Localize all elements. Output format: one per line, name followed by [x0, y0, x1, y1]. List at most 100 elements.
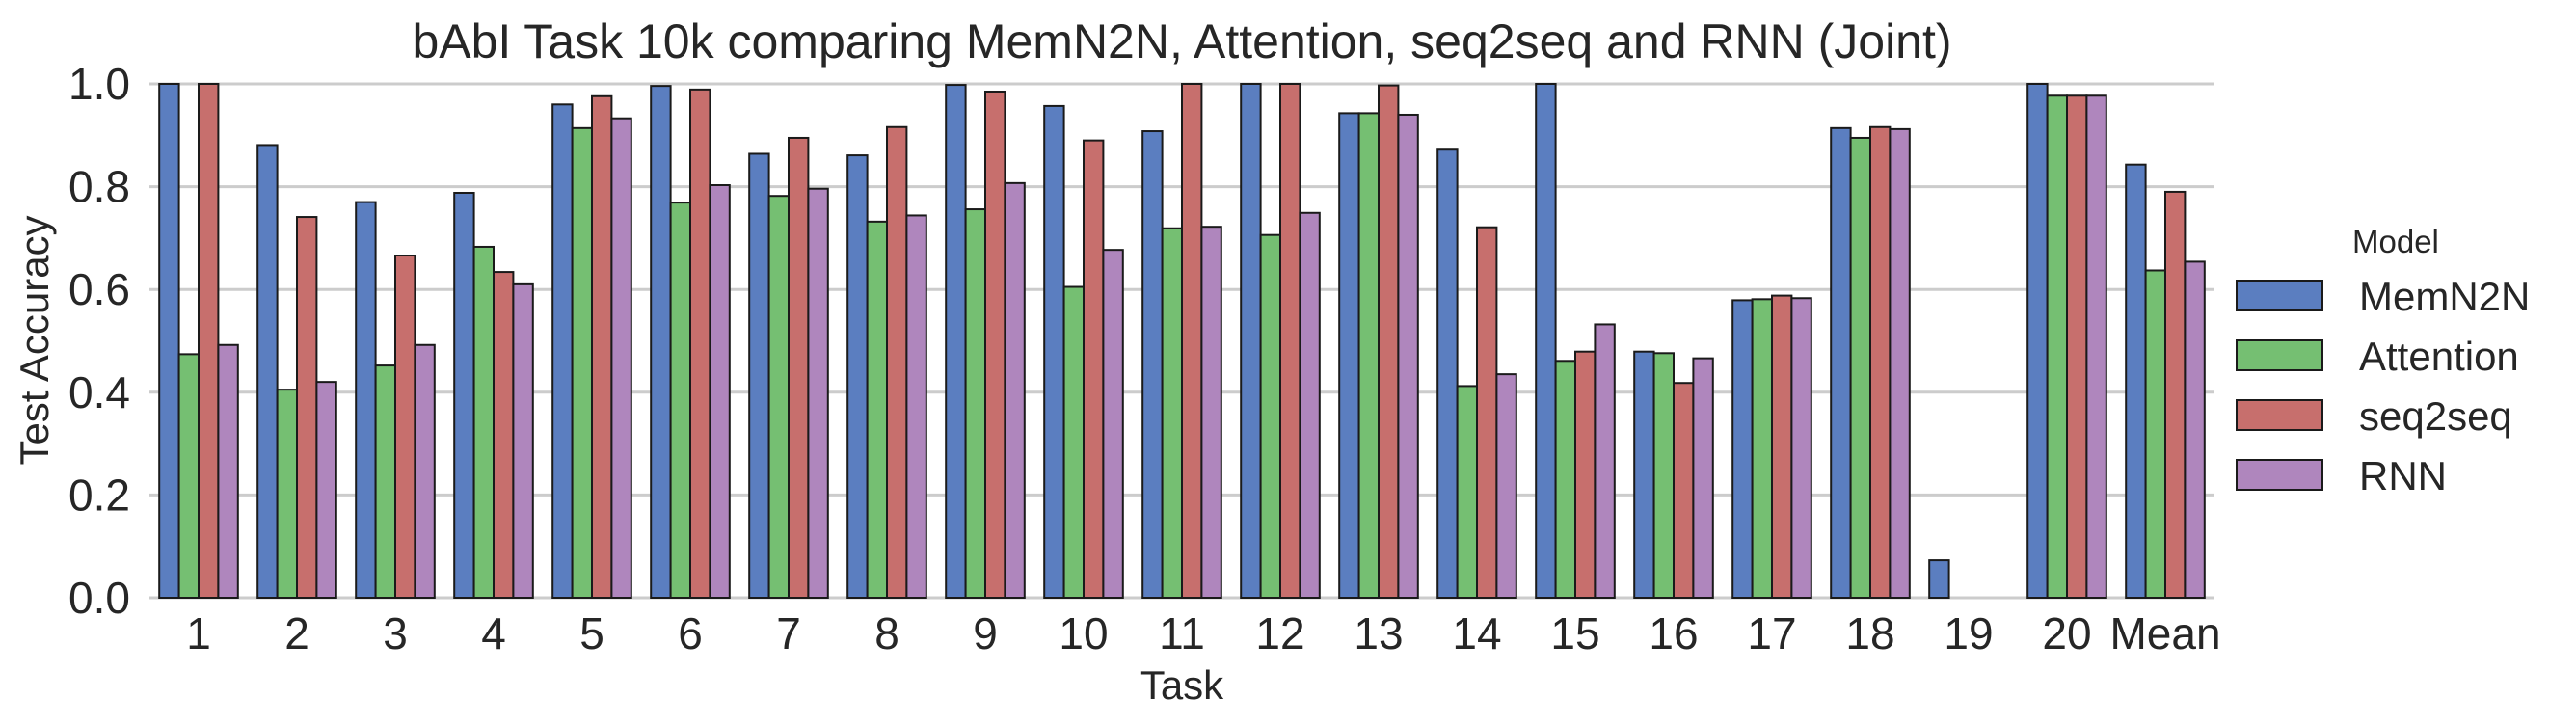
x-tick-label: 18 [1845, 608, 1894, 659]
bar-rnn-14 [1495, 373, 1517, 599]
bar-attention-5 [571, 126, 593, 599]
bar-memn2n-13 [1338, 112, 1360, 599]
bar-attention-14 [1456, 385, 1478, 599]
legend: Model MemN2N Attention seq2seq RNN [2236, 224, 2530, 498]
x-tick-label: 13 [1354, 608, 1403, 659]
bar-attention-8 [866, 220, 888, 599]
bar-attention-4 [472, 245, 496, 599]
y-tick-label: 0.2 [68, 470, 130, 520]
x-tick-label: 19 [1944, 608, 1993, 659]
legend-swatch [2236, 399, 2323, 431]
legend-item-memn2n: MemN2N [2236, 274, 2530, 319]
bar-rnn-9 [1004, 181, 1026, 600]
x-tick-label: 14 [1452, 608, 1501, 659]
bar-seq2seq-17 [1771, 294, 1793, 599]
bar-memn2n-9 [945, 84, 967, 600]
bar-attention-18 [1849, 136, 1871, 599]
bar-memn2n-15 [1535, 83, 1557, 599]
bar-attention-17 [1751, 298, 1773, 599]
bar-rnn-20 [2085, 94, 2107, 600]
x-tick-label: 11 [1159, 608, 1205, 659]
bar-rnn-7 [807, 187, 829, 599]
bar-rnn-10 [1102, 249, 1124, 599]
legend-label: MemN2N [2359, 274, 2530, 319]
bar-attention-10 [1062, 285, 1085, 599]
y-axis-label: Test Accuracy [12, 215, 57, 465]
bar-memn2n-11 [1141, 130, 1164, 599]
bar-memn2n-17 [1731, 299, 1754, 599]
legend-item-rnn: RNN [2236, 453, 2447, 498]
y-tick-label: 0.8 [68, 162, 130, 212]
legend-swatch [2236, 339, 2323, 371]
bar-rnn-12 [1299, 211, 1321, 600]
bar-attention-16 [1652, 352, 1675, 599]
bar-seq2seq-5 [591, 94, 613, 600]
bar-seq2seq-13 [1378, 84, 1400, 599]
bar-seq2seq-7 [788, 136, 810, 599]
x-tick-label: 5 [579, 608, 604, 659]
legend-item-seq2seq: seq2seq [2236, 393, 2512, 439]
bar-memn2n-3 [355, 201, 377, 599]
x-tick-label: 15 [1550, 608, 1599, 659]
bar-rnn-15 [1594, 323, 1616, 599]
x-tick-label: 16 [1649, 608, 1698, 659]
bar-memn2n-16 [1633, 350, 1655, 599]
bar-attention-1 [177, 353, 201, 599]
x-tick-label: 7 [776, 608, 801, 659]
bar-seq2seq-1 [198, 83, 220, 599]
bar-seq2seq-3 [394, 255, 416, 599]
bar-rnn-11 [1200, 226, 1222, 599]
bar-rnn-4 [512, 282, 534, 599]
x-axis-ticks: 1 2 3 4 5 6 7 8 9 10 11 12 13 14 15 16 17 18 19 20 Mean [186, 608, 2220, 659]
legend-label: RNN [2359, 453, 2447, 498]
bar-seq2seq-18 [1869, 125, 1892, 599]
y-tick-label: 0.6 [68, 264, 130, 314]
bar-attention-15 [1554, 360, 1576, 599]
bar-seq2seq-12 [1279, 83, 1301, 599]
bar-memn2n-4 [453, 191, 475, 599]
x-tick-label: 2 [284, 608, 309, 659]
bar-seq2seq-8 [886, 125, 908, 599]
bar-attention-20 [2046, 94, 2069, 600]
bar-rnn-5 [610, 117, 632, 599]
y-axis-ticks: 0.0 0.2 0.4 0.6 0.8 1.0 [68, 59, 130, 623]
bar-attention-13 [1357, 112, 1380, 599]
legend-items: MemN2N Attention seq2seq RNN [2236, 274, 2530, 498]
bar-attention-2 [276, 389, 299, 600]
legend-swatch [2236, 459, 2323, 491]
bar-memn2n-6 [650, 85, 672, 599]
x-tick-label: 3 [383, 608, 408, 659]
bar-attention-11 [1161, 227, 1183, 599]
bar-attention-7 [767, 195, 790, 599]
bar-seq2seq-mean [2164, 190, 2187, 599]
bar-memn2n-5 [551, 103, 574, 599]
bar-rnn-17 [1790, 297, 1812, 599]
bar-seq2seq-10 [1083, 139, 1105, 599]
bar-memn2n-20 [2026, 83, 2049, 599]
bar-memn2n-2 [256, 144, 279, 599]
bar-attention-9 [964, 208, 986, 599]
x-axis-label: Task [1140, 662, 1224, 708]
bar-rnn-8 [905, 214, 927, 599]
bar-chart: bAbI Task 10k comparing MemN2N, Attentio… [12, 14, 2530, 708]
y-tick-label: 0.4 [68, 367, 130, 417]
bar-attention-12 [1259, 233, 1281, 599]
bar-attention-mean [2144, 269, 2167, 599]
x-tick-label: Mean [2109, 608, 2220, 659]
legend-item-attention: Attention [2236, 334, 2519, 379]
legend-title: Model [2352, 224, 2439, 259]
bar-memn2n-12 [1240, 83, 1262, 599]
chart-title: bAbI Task 10k comparing MemN2N, Attentio… [412, 14, 1951, 68]
bar-memn2n-8 [846, 154, 869, 599]
x-tick-label: 8 [874, 608, 899, 659]
x-tick-label: 10 [1059, 608, 1108, 659]
x-tick-label: 6 [678, 608, 703, 659]
x-tick-label: 12 [1255, 608, 1304, 659]
bar-memn2n-7 [748, 152, 770, 599]
bar-attention-6 [669, 202, 691, 600]
bar-seq2seq-15 [1574, 350, 1597, 599]
bar-memn2n-mean [2125, 163, 2147, 599]
bar-seq2seq-9 [984, 90, 1006, 600]
bar-rnn-13 [1397, 113, 1419, 599]
legend-label: Attention [2359, 334, 2519, 379]
